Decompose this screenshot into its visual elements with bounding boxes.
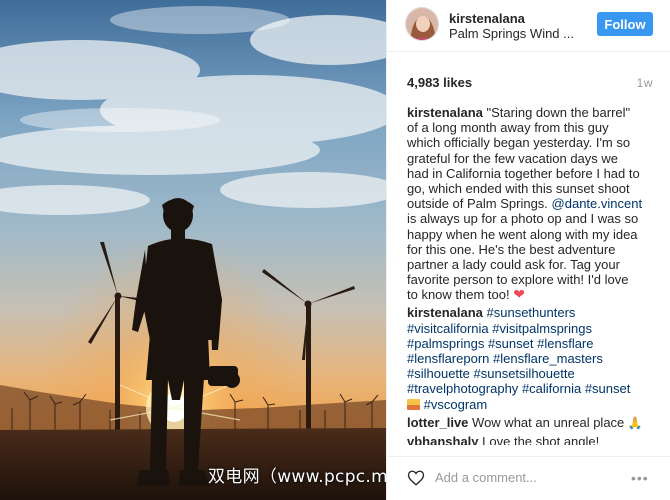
hashtag-link[interactable]: #lensflareporn bbox=[407, 351, 489, 366]
post-photo[interactable]: 双电网（www.pcpc.me） bbox=[0, 0, 386, 500]
caption-line: to know them too! bbox=[407, 287, 510, 303]
sunset-windmill-photo bbox=[0, 0, 386, 500]
caption-line: for this one. He's the best adventure bbox=[407, 241, 616, 257]
caption-comment: kirstenalana "Staring down the barrel" o… bbox=[407, 105, 663, 302]
caption-line: favorite person to explore with! I'd lov… bbox=[407, 272, 629, 288]
caption-line: had in California together before I had … bbox=[407, 165, 640, 181]
hashtag-link[interactable]: #california bbox=[522, 381, 581, 396]
caption-line: which officially began yesterday. I'm so bbox=[407, 135, 631, 151]
hashtag-link[interactable]: #palmsprings bbox=[407, 336, 484, 351]
likes-count[interactable]: 4,983 likes bbox=[407, 75, 472, 90]
hashtag-link[interactable]: #travelphotography bbox=[407, 381, 518, 396]
comment-username[interactable]: vbhanshaly bbox=[407, 434, 479, 445]
comment-text: Wow what an unreal place bbox=[472, 414, 625, 430]
hashtag-link[interactable]: #vscogram bbox=[424, 397, 488, 412]
more-options-icon[interactable]: ••• bbox=[631, 470, 649, 486]
caption-line: partner a lady could ask for. Tag your bbox=[407, 256, 620, 272]
hashtag-link[interactable]: #sunsetsilhouette bbox=[474, 366, 575, 381]
hashtag-link[interactable]: #sunsethunters bbox=[487, 305, 576, 320]
post-location[interactable]: Palm Springs Wind ... bbox=[449, 26, 574, 41]
post-header: kirstenalana Palm Springs Wind ... Follo… bbox=[387, 0, 670, 52]
post-details-panel: kirstenalana Palm Springs Wind ... Follo… bbox=[386, 0, 670, 500]
sunset-emoji-icon bbox=[407, 398, 420, 410]
hashtags-comment: kirstenalana #sunsethunters #visitcalifo… bbox=[407, 305, 663, 412]
add-comment-input[interactable] bbox=[435, 470, 615, 485]
watermark-text: 双电网（www.pcpc.me） bbox=[208, 467, 386, 487]
hashtag-link[interactable]: #sunset bbox=[585, 381, 631, 396]
hashtag-link[interactable]: #visitcalifornia bbox=[407, 321, 489, 336]
caption-line: "Staring down the barrel" bbox=[486, 105, 631, 120]
comment-item: lotter_live Wow what an unreal place 🙏 bbox=[407, 415, 663, 430]
caption-line: is always up for a photo op and I was so bbox=[407, 211, 639, 227]
hashtag-link[interactable]: #visitpalmsprings bbox=[492, 321, 592, 336]
likes-row: 4,983 likes 1w bbox=[407, 75, 653, 93]
follow-button[interactable]: Follow bbox=[597, 12, 653, 36]
pray-emoji-icon: 🙏 bbox=[627, 415, 643, 430]
post-time[interactable]: 1w bbox=[637, 76, 653, 90]
comment-item: vbhanshaly Love the shot angle! bbox=[407, 434, 663, 445]
comments-list: kirstenalana "Staring down the barrel" o… bbox=[407, 105, 663, 445]
heart-icon[interactable] bbox=[407, 469, 425, 487]
hashtag-link[interactable]: #silhouette bbox=[407, 366, 470, 381]
hashtag-link[interactable]: #sunset bbox=[488, 336, 534, 351]
caption-line: of a long month away from this guy bbox=[407, 120, 609, 136]
comment-text: Love the shot angle! bbox=[482, 433, 600, 445]
avatar[interactable] bbox=[405, 7, 439, 41]
post-username[interactable]: kirstenalana bbox=[449, 11, 525, 26]
caption-line: grateful for the few vacation days we bbox=[407, 150, 619, 166]
caption-line: go, which ended with this sunset shoot bbox=[407, 180, 630, 196]
avatar-image bbox=[406, 8, 438, 40]
mention-link[interactable]: @dante.vincent bbox=[552, 196, 643, 211]
hashtags-username[interactable]: kirstenalana bbox=[407, 305, 483, 320]
hashtag-link[interactable]: #lensflare bbox=[537, 336, 593, 351]
comment-bar: ••• bbox=[387, 456, 670, 500]
caption-line: happy when he went along with my idea bbox=[407, 226, 638, 242]
red-heart-icon: ❤ bbox=[513, 286, 525, 303]
caption-line: outside of Palm Springs. bbox=[407, 196, 548, 212]
hashtag-link[interactable]: #lensflare_masters bbox=[493, 351, 603, 366]
comment-username[interactable]: lotter_live bbox=[407, 415, 468, 430]
caption-username[interactable]: kirstenalana bbox=[407, 105, 483, 120]
